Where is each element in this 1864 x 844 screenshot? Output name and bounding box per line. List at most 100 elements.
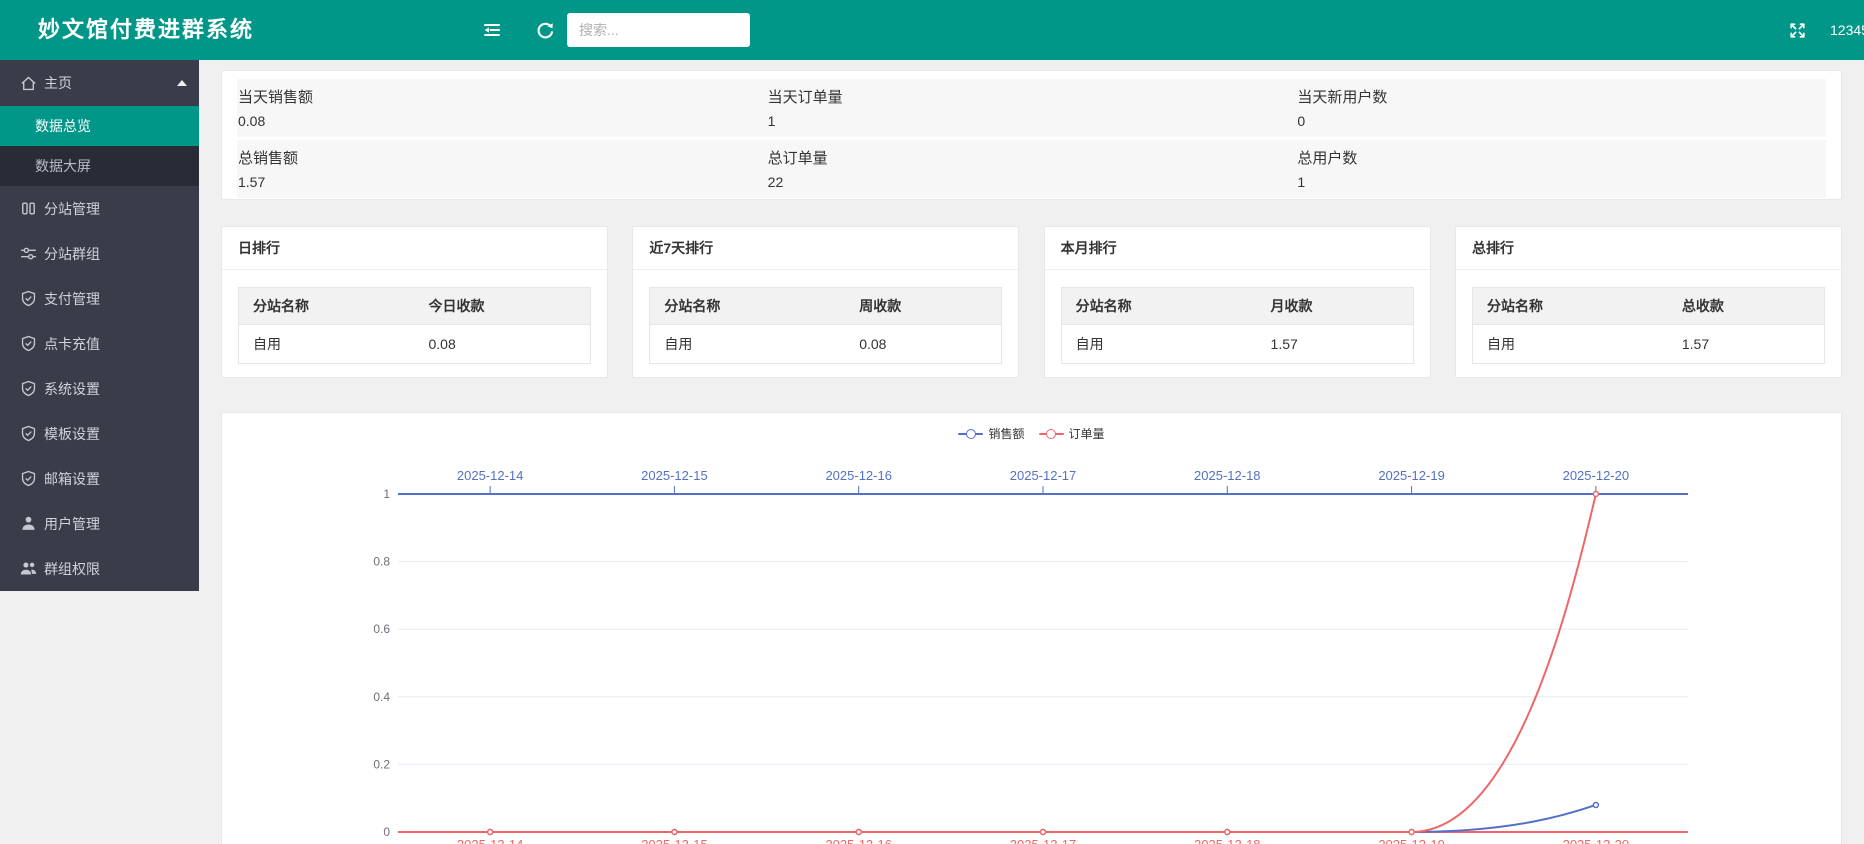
shield-check-icon (20, 290, 37, 307)
rank-table: 分站名称周收款自用0.08 (649, 287, 1002, 364)
stat-label: 总订单量 (768, 145, 1297, 172)
sidebar-item-label: 分站群组 (44, 244, 100, 264)
rank-card: 本月排行分站名称月收款自用1.57 (1044, 226, 1431, 378)
column-header: 今日收款 (415, 288, 591, 325)
stats-panel: 当天销售额0.08当天订单量1当天新用户数0总销售额1.57总订单量22总用户数… (221, 70, 1842, 200)
svg-text:1: 1 (383, 487, 390, 501)
sidebar-item-label: 群组权限 (44, 559, 100, 579)
stat-label: 当天销售额 (238, 84, 767, 111)
rank-card: 日排行分站名称今日收款自用0.08 (221, 226, 608, 378)
app-title: 妙文馆付费进群系统 (38, 0, 254, 60)
svg-text:2025-12-17: 2025-12-17 (1010, 837, 1077, 844)
site-name-cell: 自用 (239, 325, 415, 364)
sidebar-item-label: 用户管理 (44, 514, 100, 534)
svg-text:2025-12-20: 2025-12-20 (1563, 837, 1630, 844)
main-content: 当天销售额0.08当天订单量1当天新用户数0总销售额1.57总订单量22总用户数… (221, 60, 1842, 844)
rank-card: 近7天排行分站名称周收款自用0.08 (632, 226, 1019, 378)
sales-orders-chart[interactable]: 00.20.40.60.812025-12-142025-12-152025-1… (222, 413, 1841, 844)
stats-row: 当天销售额0.08当天订单量1当天新用户数0 (237, 79, 1826, 137)
rank-card-title: 本月排行 (1045, 227, 1430, 270)
chart-legend: 销售额订单量 (222, 425, 1841, 442)
svg-text:2025-12-15: 2025-12-15 (641, 837, 708, 844)
stats-row: 总销售额1.57总订单量22总用户数1 (237, 140, 1826, 198)
svg-text:0.6: 0.6 (373, 622, 390, 636)
svg-text:2025-12-18: 2025-12-18 (1194, 468, 1261, 483)
svg-text:2025-12-14: 2025-12-14 (457, 837, 523, 844)
sidebar-item-mail-settings[interactable]: 邮箱设置 (0, 456, 199, 501)
sidebar-item-template-settings[interactable]: 模板设置 (0, 411, 199, 456)
sidebar-item-system-settings[interactable]: 系统设置 (0, 366, 199, 411)
rank-card-title: 总排行 (1456, 227, 1841, 270)
stat-value: 1 (768, 111, 1297, 132)
rank-table: 分站名称总收款自用1.57 (1472, 287, 1825, 364)
stat-cell: 总订单量22 (767, 145, 1297, 193)
sidebar-item-label: 支付管理 (44, 289, 100, 309)
sidebar-item-label: 邮箱设置 (44, 469, 100, 489)
sidebar-item-group-perms[interactable]: 群组权限 (0, 546, 199, 591)
stat-label: 总销售额 (238, 145, 767, 172)
column-header: 总收款 (1668, 288, 1825, 325)
amount-cell: 1.57 (1668, 325, 1825, 364)
sidebar: 主页数据总览数据大屏分站管理分站群组支付管理点卡充值系统设置模板设置邮箱设置用户… (0, 60, 199, 591)
sidebar-item-home[interactable]: 主页 (0, 60, 199, 106)
rank-card: 总排行分站名称总收款自用1.57 (1455, 226, 1842, 378)
stat-cell: 当天新用户数0 (1296, 84, 1826, 132)
shield-check-icon (20, 470, 37, 487)
legend-item-销售额[interactable]: 销售额 (958, 425, 1024, 442)
sidebar-subitem-data-screen[interactable]: 数据大屏 (0, 146, 199, 186)
stat-value: 1 (1297, 172, 1826, 193)
sidebar-subitem-label: 数据总览 (35, 116, 91, 136)
username[interactable]: 12345 (1830, 0, 1864, 60)
table-row: 自用0.08 (650, 325, 1002, 364)
sidebar-item-payment-manage[interactable]: 支付管理 (0, 276, 199, 321)
sidebar-item-card-recharge[interactable]: 点卡充值 (0, 321, 199, 366)
svg-text:2025-12-16: 2025-12-16 (825, 837, 892, 844)
column-header: 分站名称 (1472, 288, 1667, 325)
svg-text:2025-12-15: 2025-12-15 (641, 468, 708, 483)
shield-check-icon (20, 380, 37, 397)
amount-cell: 0.08 (415, 325, 591, 364)
sidebar-item-site-groups[interactable]: 分站群组 (0, 231, 199, 276)
column-header: 周收款 (845, 288, 1002, 325)
sidebar-item-site-manage[interactable]: 分站管理 (0, 186, 199, 231)
sidebar-item-label: 模板设置 (44, 424, 100, 444)
search-input[interactable] (567, 13, 750, 47)
svg-text:2025-12-19: 2025-12-19 (1378, 837, 1445, 844)
home-icon (20, 75, 37, 92)
admin-dashboard: 妙文馆付费进群系统 (0, 0, 1864, 844)
sidebar-subitem-data-overview[interactable]: 数据总览 (0, 106, 199, 146)
stat-cell: 总用户数1 (1296, 145, 1826, 193)
refresh-icon[interactable] (531, 0, 559, 60)
collapse-menu-icon[interactable] (478, 0, 506, 60)
sliders-icon (20, 245, 37, 262)
rank-card-title: 近7天排行 (633, 227, 1018, 270)
stat-label: 当天新用户数 (1297, 84, 1826, 111)
rank-table: 分站名称月收款自用1.57 (1061, 287, 1414, 364)
rank-table: 分站名称今日收款自用0.08 (238, 287, 591, 364)
site-name-cell: 自用 (1472, 325, 1667, 364)
sidebar-subitem-label: 数据大屏 (35, 156, 91, 176)
sidebar-item-user-manage[interactable]: 用户管理 (0, 501, 199, 546)
svg-text:0: 0 (383, 825, 390, 839)
amount-cell: 0.08 (845, 325, 1002, 364)
users-icon (20, 560, 37, 577)
svg-text:2025-12-19: 2025-12-19 (1378, 468, 1445, 483)
stat-cell: 总销售额1.57 (237, 145, 767, 193)
top-bar: 妙文馆付费进群系统 (0, 0, 1864, 60)
table-row: 自用1.57 (1061, 325, 1413, 364)
fullscreen-icon[interactable] (1783, 0, 1811, 60)
site-name-cell: 自用 (1061, 325, 1256, 364)
sidebar-item-label: 系统设置 (44, 379, 100, 399)
legend-item-订单量[interactable]: 订单量 (1039, 425, 1105, 442)
stat-value: 0.08 (238, 111, 767, 132)
shield-check-icon (20, 425, 37, 442)
site-name-cell: 自用 (650, 325, 845, 364)
svg-text:0.2: 0.2 (373, 757, 390, 771)
svg-text:2025-12-20: 2025-12-20 (1563, 468, 1630, 483)
stat-cell: 当天订单量1 (767, 84, 1297, 132)
column-header: 分站名称 (1061, 288, 1256, 325)
stat-value: 1.57 (238, 172, 767, 193)
chart-card: 销售额订单量 00.20.40.60.812025-12-142025-12-1… (221, 412, 1842, 844)
stat-label: 总用户数 (1297, 145, 1826, 172)
sidebar-item-label: 点卡充值 (44, 334, 100, 354)
